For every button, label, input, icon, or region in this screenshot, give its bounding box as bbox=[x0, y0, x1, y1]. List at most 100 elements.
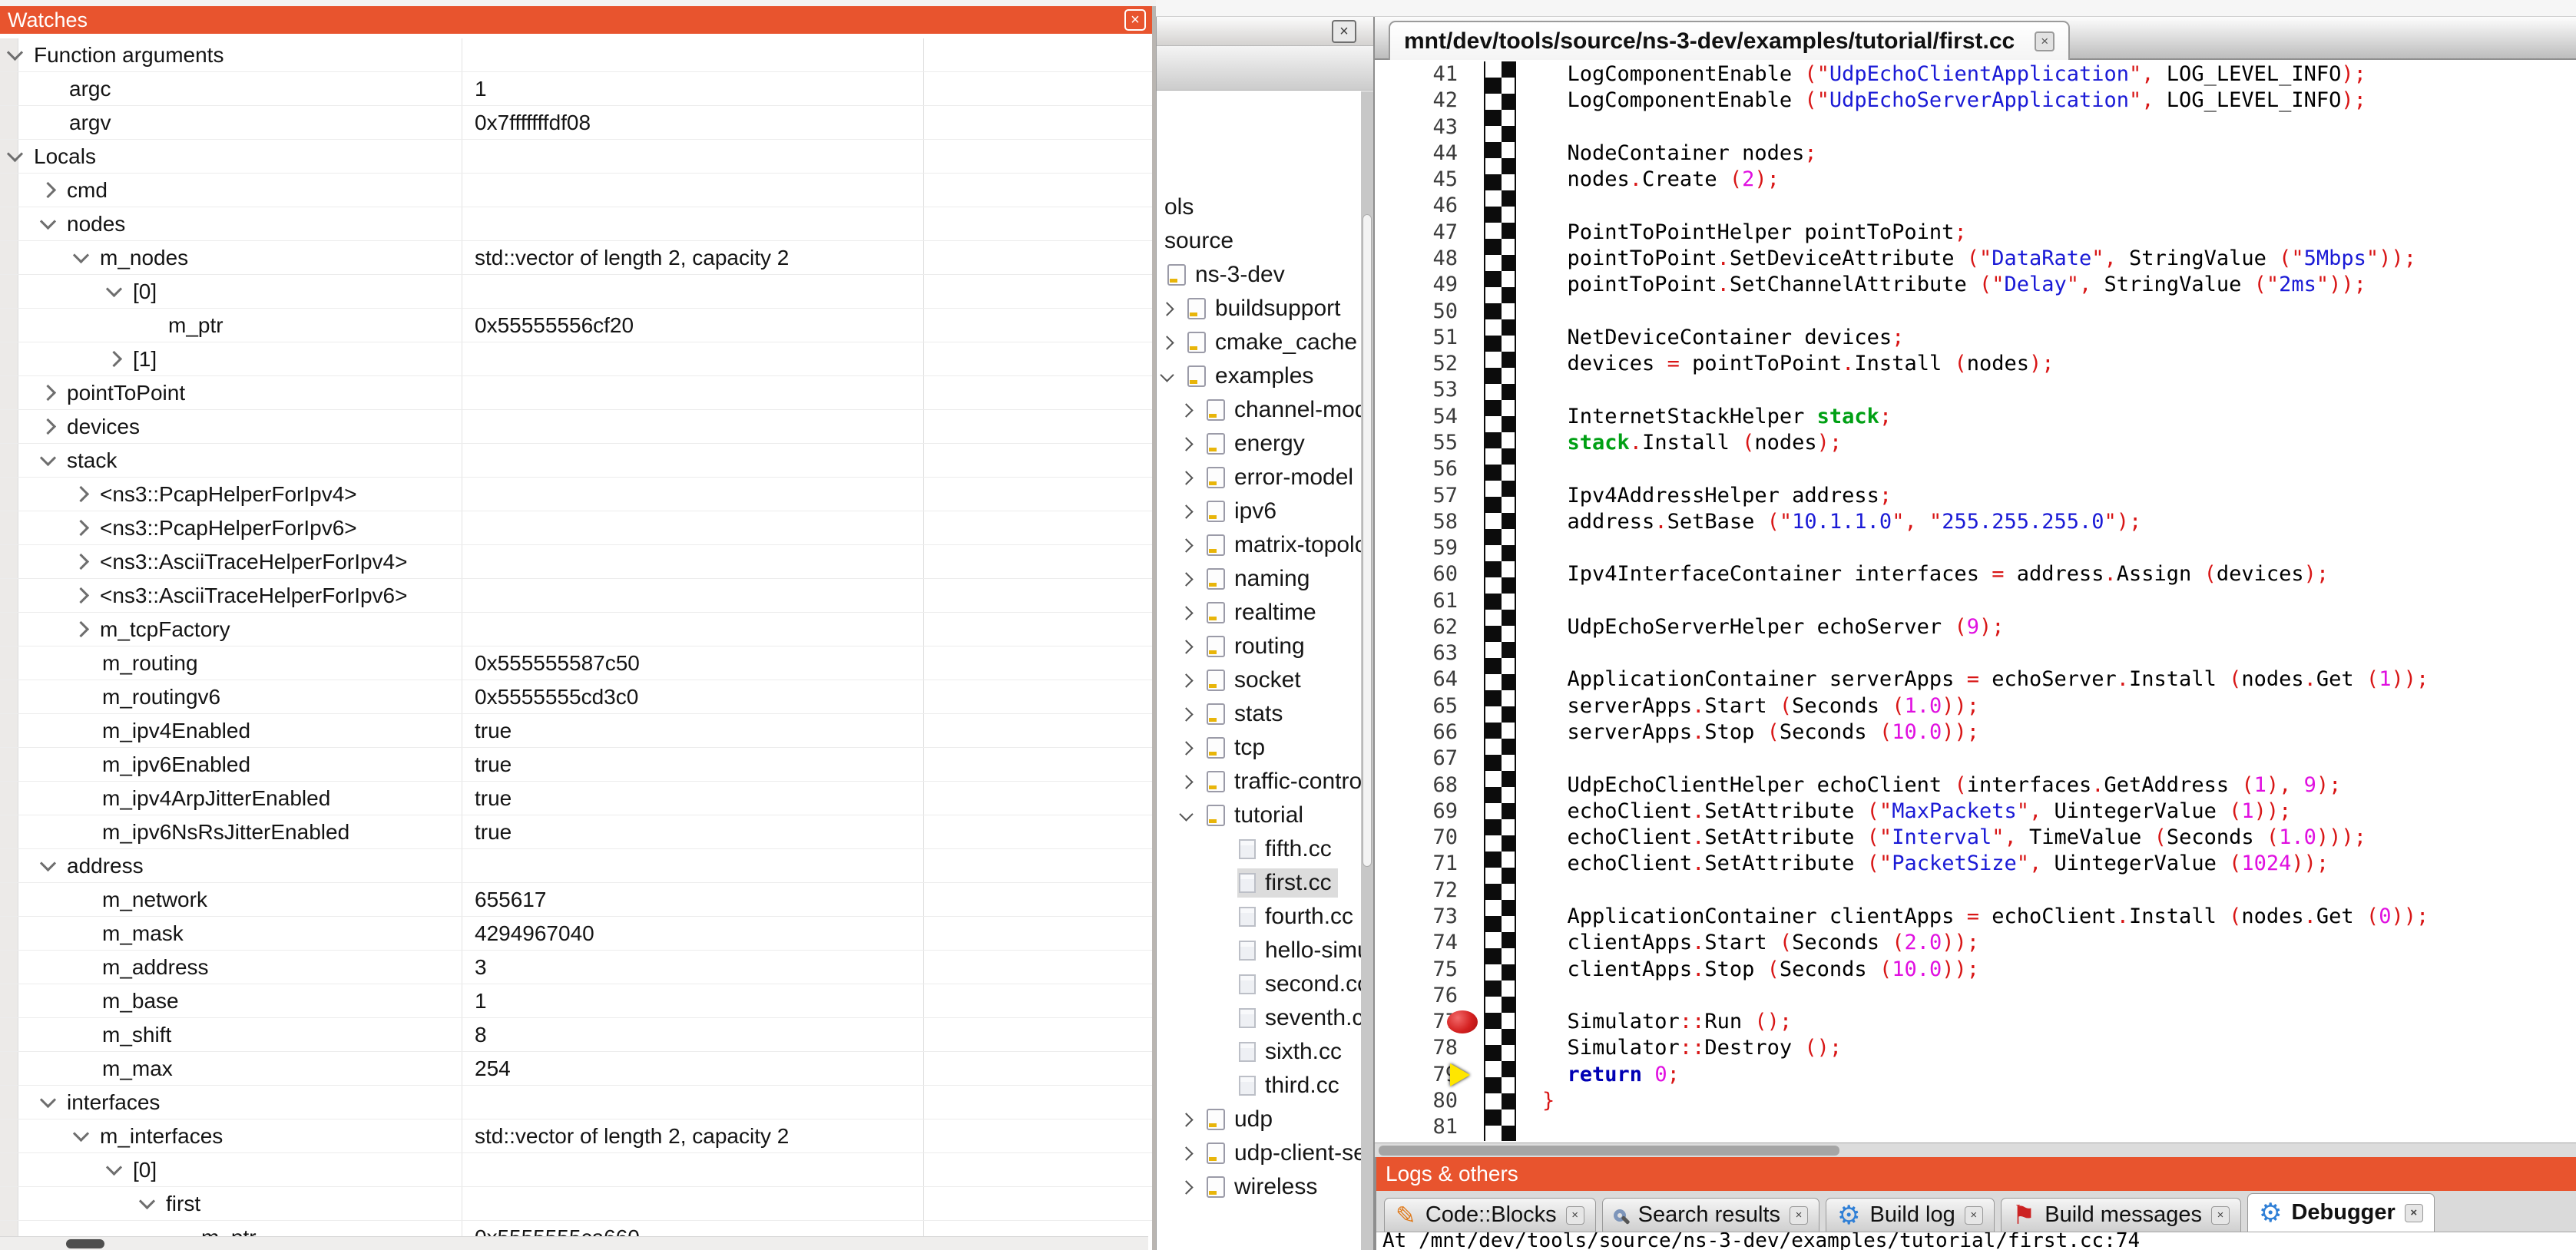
code-line[interactable]: 55 stack.Install (nodes); bbox=[1375, 430, 2576, 456]
line-number[interactable]: 75 bbox=[1375, 957, 1458, 983]
code-line[interactable]: 48 pointToPoint.SetDeviceAttribute ("Dat… bbox=[1375, 246, 2576, 272]
code-line[interactable]: 41 LogComponentEnable ("UdpEchoClientApp… bbox=[1375, 61, 2576, 88]
line-number[interactable]: 42 bbox=[1375, 88, 1458, 114]
chevron-right-icon[interactable] bbox=[1179, 1113, 1193, 1126]
code-line[interactable]: 54 InternetStackHelper stack; bbox=[1375, 404, 2576, 430]
tree-item-routing[interactable]: routing bbox=[1157, 630, 1361, 663]
chevron-right-icon[interactable] bbox=[73, 520, 89, 536]
chevron-right-icon[interactable] bbox=[1179, 775, 1193, 789]
editor-tab-first-cc[interactable]: mnt/dev/tools/source/ns-3-dev/examples/t… bbox=[1389, 21, 2070, 60]
chevron-down-icon[interactable] bbox=[40, 1092, 56, 1108]
tree-item-ipv6[interactable]: ipv6 bbox=[1157, 494, 1361, 528]
line-number[interactable]: 78 bbox=[1375, 1035, 1458, 1061]
close-icon[interactable]: × bbox=[2035, 31, 2055, 51]
chevron-down-icon[interactable] bbox=[1179, 807, 1193, 821]
watch-row[interactable]: m_max254 bbox=[0, 1052, 1152, 1086]
log-tab-search-results[interactable]: Search results× bbox=[1602, 1198, 1819, 1232]
chevron-right-icon[interactable] bbox=[1179, 504, 1193, 518]
line-number[interactable]: 54 bbox=[1375, 404, 1458, 430]
line-number[interactable]: 43 bbox=[1375, 114, 1458, 141]
chevron-right-icon[interactable] bbox=[1179, 1180, 1193, 1194]
chevron-down-icon[interactable] bbox=[7, 146, 23, 162]
chevron-right-icon[interactable] bbox=[73, 486, 89, 502]
tree-vertical-scrollbar[interactable] bbox=[1361, 91, 1373, 1250]
watch-row[interactable]: m_ptr0x55555556cf20 bbox=[0, 309, 1152, 342]
line-number[interactable]: 44 bbox=[1375, 141, 1458, 167]
chevron-down-icon[interactable] bbox=[106, 1159, 122, 1176]
line-number[interactable]: 69 bbox=[1375, 799, 1458, 825]
watch-row[interactable]: m_tcpFactory bbox=[0, 613, 1152, 646]
code-line[interactable]: 78 Simulator::Destroy (); bbox=[1375, 1035, 2576, 1061]
scrollbar-thumb[interactable] bbox=[1379, 1146, 1839, 1156]
line-number[interactable]: 63 bbox=[1375, 640, 1458, 666]
tree-item-naming[interactable]: naming bbox=[1157, 562, 1361, 596]
scrollbar-thumb[interactable] bbox=[1362, 214, 1372, 867]
line-number[interactable]: 52 bbox=[1375, 351, 1458, 377]
tree-item-third-cc[interactable]: third.cc bbox=[1157, 1069, 1361, 1103]
chevron-right-icon[interactable] bbox=[106, 351, 122, 367]
line-number[interactable]: 45 bbox=[1375, 167, 1458, 193]
close-icon[interactable]: × bbox=[2211, 1206, 2230, 1225]
code-line[interactable]: 75 clientApps.Stop (Seconds (10.0)); bbox=[1375, 957, 2576, 983]
line-number[interactable]: 47 bbox=[1375, 220, 1458, 246]
tree-item-source[interactable]: source bbox=[1157, 224, 1361, 258]
line-number[interactable]: 72 bbox=[1375, 878, 1458, 904]
logs-title-bar[interactable]: Logs & others bbox=[1376, 1157, 2576, 1191]
code-line[interactable]: 68 UdpEchoClientHelper echoClient (inter… bbox=[1375, 772, 2576, 799]
line-number[interactable]: 60 bbox=[1375, 561, 1458, 587]
watch-row[interactable]: m_routingv60x5555555cd3c0 bbox=[0, 680, 1152, 714]
code-area[interactable]: 41 LogComponentEnable ("UdpEchoClientApp… bbox=[1375, 61, 2576, 1141]
code-line[interactable]: 49 pointToPoint.SetChannelAttribute ("De… bbox=[1375, 272, 2576, 298]
log-tab-build-messages[interactable]: ⚑Build messages× bbox=[2001, 1198, 2241, 1232]
tree-item-first-cc[interactable]: first.cc bbox=[1157, 866, 1361, 900]
chevron-down-icon[interactable] bbox=[40, 213, 56, 230]
watch-row[interactable]: <ns3::AsciiTraceHelperForIpv4> bbox=[0, 545, 1152, 579]
code-line[interactable]: 76 bbox=[1375, 983, 2576, 1009]
chevron-down-icon[interactable] bbox=[1160, 368, 1174, 382]
chevron-right-icon[interactable] bbox=[1179, 437, 1193, 451]
code-line[interactable]: 58 address.SetBase ("10.1.1.0", "255.255… bbox=[1375, 509, 2576, 535]
code-line[interactable]: 69 echoClient.SetAttribute ("MaxPackets"… bbox=[1375, 799, 2576, 825]
line-number[interactable]: 76 bbox=[1375, 983, 1458, 1009]
line-number[interactable]: 79 bbox=[1375, 1062, 1458, 1088]
tree-item-socket[interactable]: socket bbox=[1157, 663, 1361, 697]
line-number[interactable]: 74 bbox=[1375, 930, 1458, 956]
chevron-right-icon[interactable] bbox=[1179, 640, 1193, 653]
code-line[interactable]: 46 bbox=[1375, 193, 2576, 219]
chevron-right-icon[interactable] bbox=[1179, 606, 1193, 620]
chevron-right-icon[interactable] bbox=[73, 621, 89, 637]
watch-row[interactable]: <ns3::PcapHelperForIpv6> bbox=[0, 511, 1152, 545]
tree-item-seventh-cc[interactable]: seventh.cc bbox=[1157, 1001, 1361, 1035]
watch-row[interactable]: m_shift8 bbox=[0, 1018, 1152, 1052]
tree-item-ols[interactable]: ols bbox=[1157, 190, 1361, 224]
chevron-down-icon[interactable] bbox=[40, 855, 56, 871]
code-line[interactable]: 53 bbox=[1375, 377, 2576, 403]
watch-row[interactable]: argv0x7fffffffdf08 bbox=[0, 106, 1152, 140]
watch-row[interactable]: m_ipv4Enabledtrue bbox=[0, 714, 1152, 748]
watch-row[interactable]: [0] bbox=[0, 275, 1152, 309]
code-line[interactable]: 60 Ipv4InterfaceContainer interfaces = a… bbox=[1375, 561, 2576, 587]
chevron-right-icon[interactable] bbox=[40, 385, 56, 401]
line-number[interactable]: 64 bbox=[1375, 666, 1458, 693]
line-number[interactable]: 71 bbox=[1375, 851, 1458, 877]
chevron-right-icon[interactable] bbox=[73, 554, 89, 570]
chevron-right-icon[interactable] bbox=[1179, 1146, 1193, 1160]
code-line[interactable]: 81 bbox=[1375, 1114, 2576, 1140]
tree-item-sixth-cc[interactable]: sixth.cc bbox=[1157, 1035, 1361, 1069]
close-icon[interactable]: × bbox=[1965, 1206, 1983, 1225]
code-line[interactable]: 45 nodes.Create (2); bbox=[1375, 167, 2576, 193]
line-number[interactable]: 55 bbox=[1375, 430, 1458, 456]
watch-row[interactable]: <ns3::PcapHelperForIpv4> bbox=[0, 478, 1152, 511]
line-number[interactable]: 49 bbox=[1375, 272, 1458, 298]
watch-row[interactable]: m_ipv4ArpJitterEnabledtrue bbox=[0, 782, 1152, 815]
tree-item-matrix-topolo[interactable]: matrix-topolo bbox=[1157, 528, 1361, 562]
code-line[interactable]: 64 ApplicationContainer serverApps = ech… bbox=[1375, 666, 2576, 693]
chevron-down-icon[interactable] bbox=[106, 281, 122, 297]
line-number[interactable]: 61 bbox=[1375, 588, 1458, 614]
line-number[interactable]: 70 bbox=[1375, 825, 1458, 851]
code-line[interactable]: 80} bbox=[1375, 1088, 2576, 1114]
watch-row[interactable]: m_network655617 bbox=[0, 883, 1152, 917]
watch-row[interactable]: argc1 bbox=[0, 72, 1152, 106]
tree-item-examples[interactable]: examples bbox=[1157, 359, 1361, 393]
code-line[interactable]: 47 PointToPointHelper pointToPoint; bbox=[1375, 220, 2576, 246]
